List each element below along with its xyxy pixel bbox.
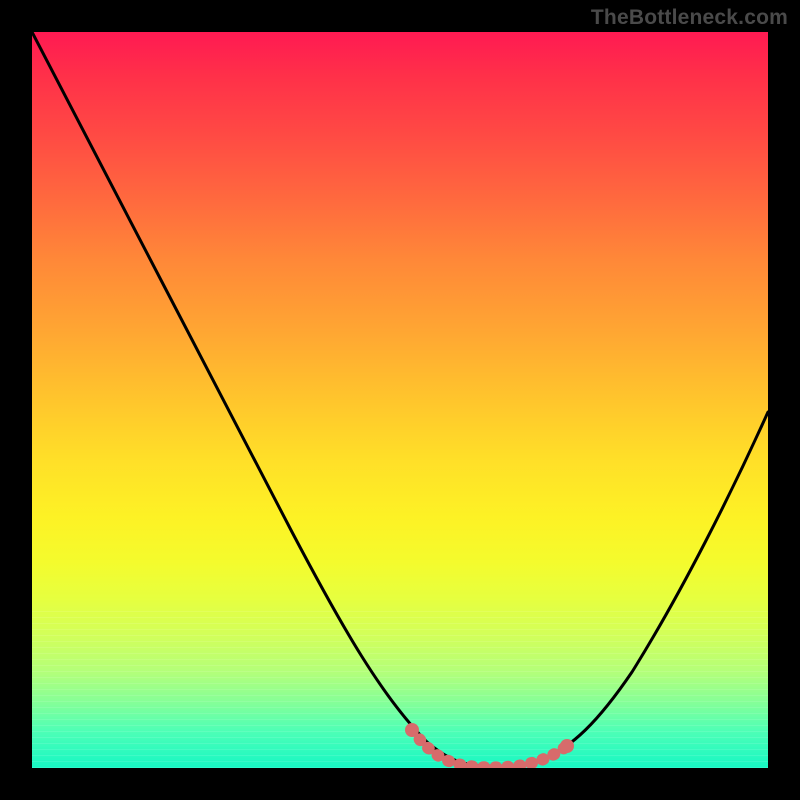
highlight-dot-end [560,739,574,753]
chart-plot-area [32,32,768,768]
chart-svg [32,32,768,768]
chart-frame: TheBottleneck.com [0,0,800,800]
highlight-dot-start [405,723,419,737]
bottleneck-curve-line [32,32,768,766]
watermark-text: TheBottleneck.com [591,6,788,30]
